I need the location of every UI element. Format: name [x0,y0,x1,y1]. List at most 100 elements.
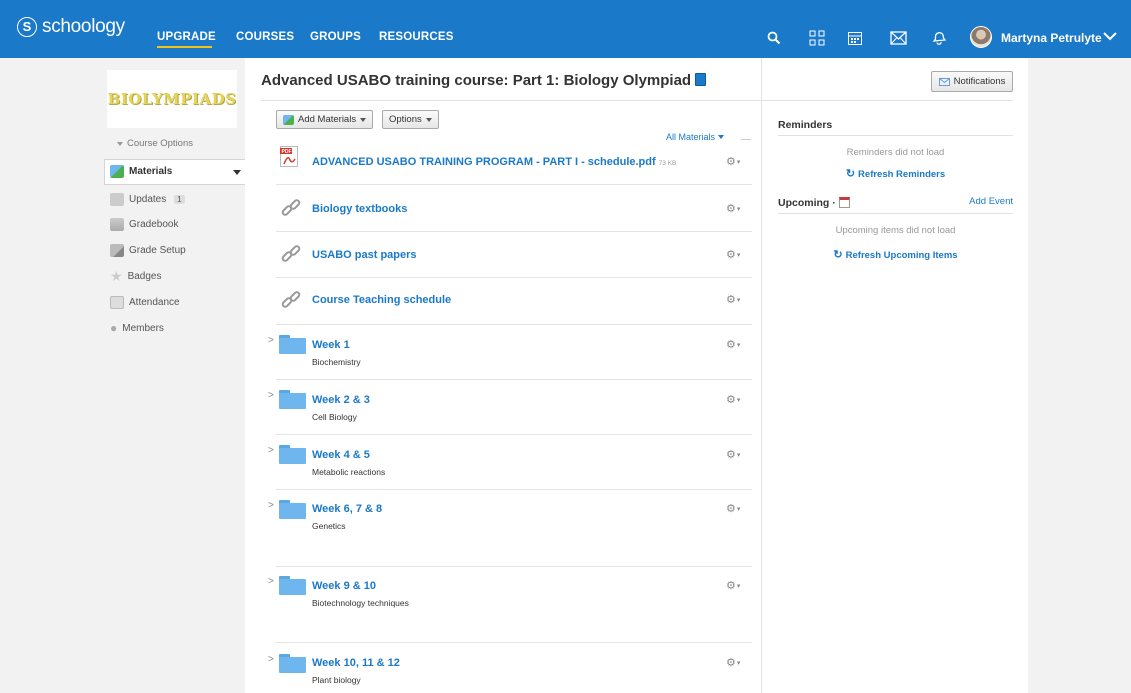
material-row-pdf[interactable]: PDF ADVANCED USABO TRAINING PROGRAM - PA… [276,140,752,185]
material-title[interactable]: Biology textbooks [312,203,407,215]
chevron-right-icon[interactable]: > [268,576,274,587]
folder-subtitle: Metabolic reactions [312,467,386,477]
folder-icon [279,500,306,519]
title-divider [261,100,1013,101]
refresh-icon: ↻ [845,168,856,180]
chevron-right-icon[interactable]: > [268,654,274,665]
svg-text:PDF: PDF [282,149,292,155]
folder-icon [279,445,306,464]
material-row-folder[interactable]: > Week 1 Biochemistry ⚙▾ [268,325,752,380]
material-title[interactable]: ADVANCED USABO TRAINING PROGRAM - PART I… [312,156,676,168]
schoology-wordmark: schoology [42,16,125,37]
nav-resources-link[interactable]: RESOURCES [379,31,454,43]
chevron-down-icon[interactable] [1103,31,1117,41]
folder-subtitle: Plant biology [312,675,361,685]
sidebar-item-label: Gradebook [129,219,179,230]
bell-icon[interactable] [929,28,949,48]
material-title[interactable]: USABO past papers [312,249,417,261]
sidebar-item-label: Badges [127,271,162,282]
chevron-down-icon[interactable] [233,170,241,176]
nav-upgrade-link[interactable]: UPGRADE [157,31,216,43]
notifications-button[interactable]: Notifications [931,71,1013,92]
chevron-right-icon[interactable]: > [268,500,274,511]
gear-icon[interactable]: ⚙▾ [726,502,740,515]
course-logo: BIOLYMPIADS [107,70,237,128]
folder-icon [279,335,306,354]
sidebar-item-grade-setup[interactable]: Grade Setup [110,244,186,257]
folder-icon [279,576,306,595]
folder-title[interactable]: Week 10, 11 & 12 [312,657,400,669]
user-avatar[interactable] [970,26,992,48]
material-row-folder[interactable]: > Week 4 & 5 Metabolic reactions ⚙▾ [268,435,752,490]
sidebar-item-members[interactable]: ● Members [110,322,164,335]
folder-icon [279,654,306,673]
material-row-folder[interactable]: > Week 6, 7 & 8 Genetics ⚙▾ [268,490,752,567]
sidebar-item-attendance[interactable]: Attendance [110,296,180,309]
refresh-icon: ↻ [833,249,843,261]
add-event-link[interactable]: Add Event [969,196,1013,207]
sidebar-item-badges[interactable]: ★ Badges [110,269,162,283]
link-icon [281,199,301,216]
search-icon[interactable] [764,28,784,48]
folder-title[interactable]: Week 4 & 5 [312,449,370,461]
gear-icon[interactable]: ⚙▾ [726,448,740,461]
calendar-icon[interactable] [845,28,865,48]
reminders-divider [778,135,1013,136]
link-icon [281,245,301,262]
nav-active-underline [157,46,212,48]
material-row-folder[interactable]: > Week 2 & 3 Cell Biology ⚙▾ [268,380,752,435]
gear-icon[interactable]: ⚙▾ [726,338,740,351]
material-row-link[interactable]: Course Teaching schedule ⚙▾ [276,278,752,325]
folder-subtitle: Biotechnology techniques [312,598,409,608]
folder-icon [279,390,306,409]
schoology-logo-mark: S [17,17,37,37]
upcoming-message: Upcoming items did not load [835,225,956,236]
course-content-card: Advanced USABO training course: Part 1: … [245,58,1028,693]
chevron-right-icon[interactable]: > [268,335,274,346]
sidebar-item-materials[interactable]: Materials [110,165,172,178]
gradebook-icon [110,218,124,231]
schoology-logo[interactable]: S schoology [17,16,125,38]
folder-title[interactable]: Week 6, 7 & 8 [312,503,382,515]
sidebar-item-label: Updates [129,194,167,205]
page-title-text: Advanced USABO training course: Part 1: … [261,72,692,89]
grid-icon[interactable] [807,28,827,48]
folder-title[interactable]: Week 9 & 10 [312,580,376,592]
sidebar-item-gradebook[interactable]: Gradebook [110,218,178,231]
reminders-message: Reminders did not load [846,147,945,158]
chevron-right-icon[interactable]: > [268,390,274,401]
gear-icon[interactable]: ⚙▾ [726,248,740,261]
material-row-folder[interactable]: > Week 10, 11 & 12 Plant biology ⚙▾ [268,643,752,693]
folder-title[interactable]: Week 1 [312,339,350,351]
material-row-folder[interactable]: > Week 9 & 10 Biotechnology techniques ⚙… [268,567,752,643]
gear-icon[interactable]: ⚙▾ [726,656,740,669]
user-name[interactable]: Martyna Petrulyte [1001,31,1102,45]
nav-courses-link[interactable]: COURSES [236,31,294,43]
options-label: Options [389,114,422,125]
gear-icon[interactable]: ⚙▾ [726,202,740,215]
folder-title[interactable]: Week 2 & 3 [312,394,370,406]
updates-icon [110,193,124,206]
material-title[interactable]: Course Teaching schedule [312,294,451,306]
gear-icon[interactable]: ⚙▾ [726,393,740,406]
gear-icon[interactable]: ⚙▾ [726,293,740,306]
upcoming-heading: Upcoming · [778,197,850,209]
calendar-icon[interactable] [838,197,850,208]
options-button[interactable]: Options [382,110,439,129]
sidebar-item-updates[interactable]: Updates 1 [110,193,185,206]
refresh-reminders-link[interactable]: ↻ Refresh Reminders [778,167,1013,180]
material-row-link[interactable]: USABO past papers ⚙▾ [276,232,752,278]
refresh-upcoming-link[interactable]: ↻ Refresh Upcoming Items [778,248,1013,261]
chevron-right-icon[interactable]: > [268,445,274,456]
material-row-link[interactable]: Biology textbooks ⚙▾ [276,185,752,232]
updates-count-badge: 1 [174,195,185,204]
sidebar-item-label: Grade Setup [129,245,186,256]
nav-groups-link[interactable]: GROUPS [310,31,361,43]
sidebar-item-label: Attendance [129,297,180,308]
gear-icon[interactable]: ⚙▾ [726,579,740,592]
materials-icon [110,165,124,178]
gear-icon[interactable]: ⚙▾ [726,155,740,168]
course-options-toggle[interactable]: Course Options [117,138,193,149]
add-materials-button[interactable]: Add Materials [276,110,374,129]
mail-icon[interactable] [888,28,908,48]
